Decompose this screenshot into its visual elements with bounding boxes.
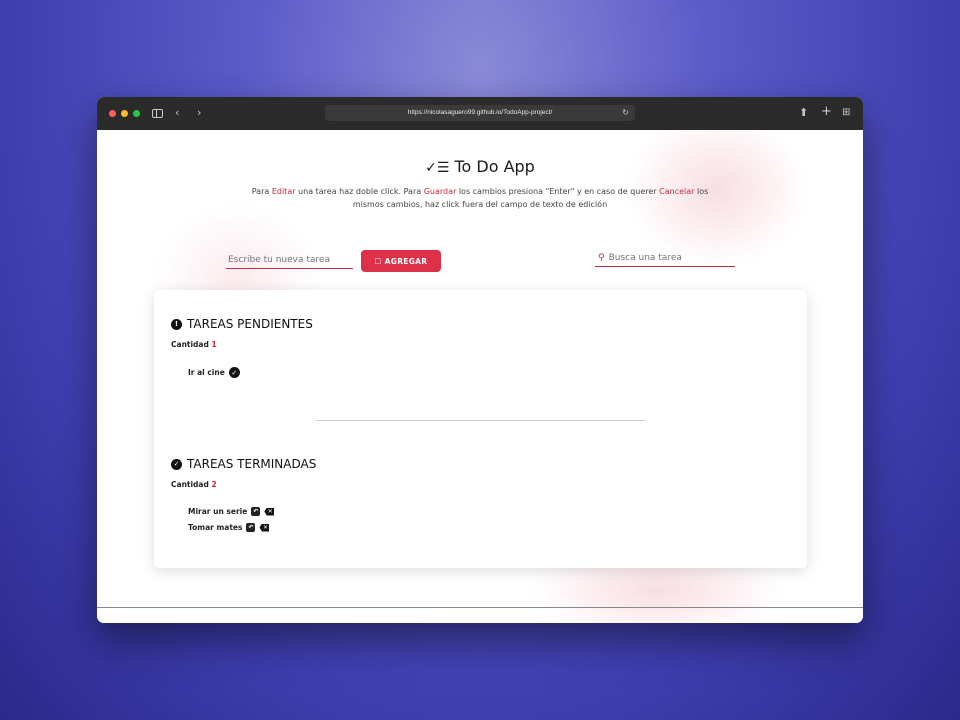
footer-divider — [97, 607, 863, 608]
task-label[interactable]: Mirar un serie — [188, 507, 247, 516]
done-section-title: ✓ TAREAS TERMINADAS — [171, 457, 316, 471]
add-task-label: AGREGAR — [384, 256, 428, 266]
chevron-left-icon[interactable]: ‹ — [175, 106, 179, 120]
instructions-edit-keyword: Editar — [271, 187, 296, 196]
done-task-item[interactable]: Tomar mates ↶ ✕ — [188, 523, 270, 532]
new-task-input[interactable] — [226, 251, 353, 269]
instructions-text: Para Editar una tarea haz doble click. P… — [235, 185, 725, 211]
delete-icon[interactable]: ✕ — [259, 523, 270, 532]
check-circle-icon: ✓ — [171, 458, 182, 470]
section-divider — [316, 420, 645, 421]
add-task-icon: ☐ — [374, 256, 382, 266]
done-count: Cantidad 2 — [171, 480, 217, 489]
add-task-button[interactable]: ☐ AGREGAR — [361, 250, 441, 272]
check-circle-icon[interactable]: ✓ — [228, 367, 240, 378]
task-label[interactable]: Ir al cine — [188, 368, 225, 377]
browser-toolbar: ‹ › https://nicolasaguero99.github.io/To… — [97, 97, 863, 130]
pending-task-item[interactable]: Ir al cine ✓ — [188, 367, 240, 378]
pending-count: Cantidad 1 — [171, 340, 217, 349]
plus-icon[interactable]: + — [821, 105, 832, 119]
task-label[interactable]: Tomar mates — [188, 523, 242, 532]
search-input[interactable] — [608, 252, 729, 263]
instructions-part: los cambios presiona "Enter" y en caso d… — [456, 187, 660, 196]
title-text: To Do App — [454, 157, 535, 176]
close-window-button[interactable] — [109, 110, 116, 117]
tasks-card: ! TAREAS PENDIENTES Cantidad 1 Ir al cin… — [154, 290, 807, 568]
count-label: Cantidad — [171, 340, 209, 349]
instructions-part: Para — [251, 187, 272, 196]
count-label: Cantidad — [171, 480, 209, 489]
browser-window: ‹ › https://nicolasaguero99.github.io/To… — [97, 97, 863, 623]
search-icon: ⚲ — [598, 252, 605, 263]
instructions-save-keyword: Guardar — [423, 187, 457, 196]
tab-grid-icon[interactable]: ⊞ — [842, 106, 850, 120]
maximize-window-button[interactable] — [133, 110, 140, 117]
page-title: ✓☰ To Do App — [97, 157, 863, 176]
sidebar-toggle-icon[interactable] — [152, 109, 163, 118]
page-content: ✓☰ To Do App Para Editar una tarea haz do… — [97, 130, 863, 623]
share-icon[interactable]: ⬆ — [799, 106, 808, 120]
instructions-cancel-keyword: Cancelar — [659, 187, 695, 196]
pending-title-text: TAREAS PENDIENTES — [187, 317, 313, 331]
chevron-right-icon[interactable]: › — [197, 106, 201, 120]
undo-icon[interactable]: ↶ — [246, 523, 256, 532]
minimize-window-button[interactable] — [121, 110, 128, 117]
delete-icon[interactable]: ✕ — [264, 507, 275, 516]
done-task-item[interactable]: Mirar un serie ↶ ✕ — [188, 507, 275, 516]
count-value: 2 — [211, 480, 217, 489]
done-title-text: TAREAS TERMINADAS — [187, 457, 317, 471]
undo-icon[interactable]: ↶ — [251, 507, 261, 516]
reload-icon[interactable]: ↻ — [622, 105, 629, 121]
search-field[interactable]: ⚲ — [595, 249, 735, 267]
url-text: https://nicolasaguero99.github.io/TodoAp… — [407, 109, 553, 116]
exclamation-icon: ! — [171, 318, 182, 330]
checklist-icon: ✓☰ — [425, 160, 450, 176]
pending-section-title: ! TAREAS PENDIENTES — [171, 317, 313, 331]
instructions-part: una tarea haz doble click. Para — [295, 187, 424, 196]
count-value: 1 — [211, 340, 217, 349]
address-bar[interactable]: https://nicolasaguero99.github.io/TodoAp… — [325, 105, 635, 121]
